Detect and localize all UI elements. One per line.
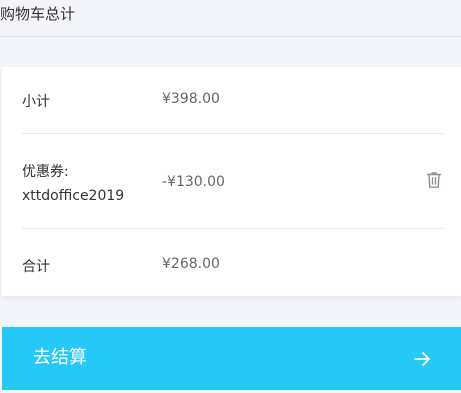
total-row: 合计 ¥268.00 — [2, 256, 461, 276]
coupon-code: xttdoffice2019 — [22, 188, 125, 204]
subtotal-value: ¥398.00 — [162, 91, 220, 107]
checkout-label: 去结算 — [33, 347, 87, 368]
divider — [22, 133, 443, 134]
total-value: ¥268.00 — [162, 256, 220, 272]
coupon-label: 优惠券: — [22, 164, 69, 180]
total-label: 合计 — [22, 259, 50, 275]
divider — [22, 228, 443, 229]
coupon-row: 优惠券: xttdoffice2019 -¥130.00 — [2, 160, 461, 208]
coupon-discount-value: -¥130.00 — [162, 174, 225, 190]
cart-totals-card: 小计 ¥398.00 优惠券: xttdoffice2019 -¥130.00 … — [2, 67, 461, 296]
subtotal-row: 小计 ¥398.00 — [2, 91, 461, 111]
subtotal-label: 小计 — [22, 94, 50, 110]
checkout-button[interactable]: 去结算 — [2, 327, 461, 390]
cart-totals-header: 购物车总计 — [0, 0, 461, 37]
page-title: 购物车总计 — [0, 5, 76, 23]
trash-icon[interactable] — [426, 171, 442, 189]
arrow-right-icon — [413, 350, 431, 368]
